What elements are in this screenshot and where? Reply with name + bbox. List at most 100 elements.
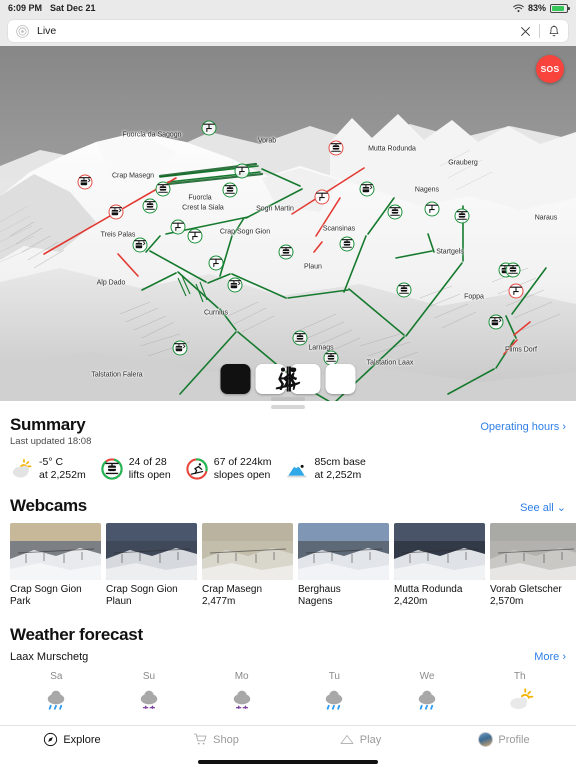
stat-snow: 85cm base at 2,252m	[286, 456, 366, 482]
map-node-gondola[interactable]	[454, 208, 470, 224]
sos-button[interactable]: SOS	[536, 55, 564, 83]
status-date: Sat Dec 21	[50, 3, 96, 13]
wifi-icon	[513, 4, 524, 13]
home-indicator	[198, 760, 378, 764]
stat-lifts-line2: lifts open	[128, 469, 171, 482]
map-node-gondola[interactable]	[328, 140, 344, 156]
map-node-gondola[interactable]	[505, 262, 521, 278]
webcam-thumbnail[interactable]	[394, 523, 485, 581]
webcam-card[interactable]: Crap Sogn Gion Park	[10, 523, 101, 608]
map-node-gondola[interactable]	[387, 204, 403, 220]
close-icon[interactable]	[520, 26, 531, 37]
map-node-cable-car[interactable]	[172, 340, 188, 356]
gondola-ring-icon	[101, 458, 123, 480]
map-node-cable-car[interactable]	[359, 181, 375, 197]
forecast-day[interactable]: We	[381, 671, 474, 714]
stat-lifts: 24 of 28 lifts open	[100, 456, 171, 482]
summary-stats: -5° C at 2,252m 24 of 28 lifts open 67 o…	[10, 456, 566, 482]
webcam-name-line1: Vorab Gletscher	[490, 584, 562, 596]
forecast-day[interactable]: Su	[103, 671, 196, 714]
webcam-card[interactable]: Crap Sogn Gion Plaun	[106, 523, 197, 608]
forecast-days[interactable]: Sa Su Mo Tu We Th	[10, 671, 566, 714]
map-node-gondola[interactable]	[142, 198, 158, 214]
webcam-thumbnail[interactable]	[106, 523, 197, 581]
map-label: Mutta Rodunda	[368, 145, 416, 153]
operating-hours-link[interactable]: Operating hours ›	[480, 421, 566, 433]
snow-cloud-icon	[233, 690, 250, 709]
tab-play-label: Play	[359, 733, 382, 746]
webcams-see-all-link[interactable]: See all ⌄	[520, 501, 566, 514]
chevron-right-icon: ›	[562, 421, 566, 433]
forecast-day[interactable]: Tu	[288, 671, 381, 714]
forecast-day[interactable]: Mo	[195, 671, 288, 714]
tab-play[interactable]: Play	[288, 732, 432, 747]
webcam-image	[106, 523, 197, 581]
map-node-cable-car[interactable]	[488, 314, 504, 330]
map-node-cable-car[interactable]	[132, 237, 148, 253]
search-bar[interactable]: Live	[8, 20, 568, 42]
map-node-chairlift[interactable]	[201, 120, 217, 136]
bottom-tab-bar[interactable]: Explore Shop Play Profile	[0, 725, 576, 768]
map-node-chairlift[interactable]	[187, 228, 203, 244]
tab-explore[interactable]: Explore	[0, 732, 144, 747]
webcam-thumbnail[interactable]	[490, 523, 576, 581]
status-right: 83%	[513, 3, 570, 13]
map-node-cable-car[interactable]	[227, 277, 243, 293]
webcam-thumbnail[interactable]	[202, 523, 293, 581]
snowshoe-icon	[278, 366, 301, 392]
tab-shop[interactable]: Shop	[144, 732, 288, 747]
search-input[interactable]: Live	[37, 25, 512, 37]
map-node-chairlift[interactable]	[170, 219, 186, 235]
weather-more-link[interactable]: More ›	[534, 651, 566, 663]
webcams-section: Webcams See all ⌄ Crap Sogn Gion Park Crap…	[0, 496, 576, 608]
layer-snowshoe-button[interactable]	[278, 364, 356, 394]
webcam-label: Crap Masegn 2,477m	[202, 584, 293, 608]
webcam-label: Berghaus Nagens	[298, 584, 389, 608]
tab-explore-label: Explore	[63, 733, 101, 746]
map-node-gondola[interactable]	[339, 236, 355, 252]
tab-profile[interactable]: Profile	[432, 732, 576, 747]
stat-lifts-text: 24 of 28 lifts open	[129, 456, 171, 482]
map-node-gondola[interactable]	[278, 244, 294, 260]
map-layer-toggle-bar[interactable]	[220, 364, 356, 394]
webcam-list[interactable]: Crap Sogn Gion Park Crap Sogn Gion Plaun Cra…	[10, 523, 576, 608]
map-node-cable-car[interactable]	[77, 174, 93, 190]
webcam-image	[10, 523, 101, 581]
map-label: Startgels	[436, 248, 464, 256]
map-node-gondola[interactable]	[222, 182, 238, 198]
map-terrain	[0, 46, 576, 401]
webcam-card[interactable]: Mutta Rodunda 2,420m	[394, 523, 485, 608]
map-node-cable-car[interactable]	[108, 204, 124, 220]
map-label: Foppa	[464, 293, 484, 301]
webcam-thumbnail[interactable]	[298, 523, 389, 581]
webcam-thumbnail[interactable]	[10, 523, 101, 581]
forecast-day[interactable]: Sa	[10, 671, 103, 714]
webcam-card[interactable]: Berghaus Nagens	[298, 523, 389, 608]
map-node-chairlift[interactable]	[424, 201, 440, 217]
map-node-chairlift[interactable]	[314, 189, 330, 205]
sheet-drag-handle[interactable]	[271, 405, 305, 409]
map-node-chairlift[interactable]	[234, 163, 250, 179]
webcam-name-line1: Berghaus	[298, 584, 341, 596]
battery-percent: 83%	[527, 3, 546, 13]
stat-slopes-line1: 67 of 224km	[213, 456, 272, 468]
map-node-gondola[interactable]	[292, 330, 308, 346]
forecast-day-label: Th	[513, 670, 526, 682]
live-broadcast-icon	[16, 24, 29, 38]
webcam-card[interactable]: Crap Masegn 2,477m	[202, 523, 293, 608]
map-node-chairlift[interactable]	[208, 255, 224, 271]
webcam-card[interactable]: Vorab Gletscher 2,570m	[490, 523, 576, 608]
resort-map[interactable]: SOS Fuorcla da Sagogn Vorab Mutta Rodunda G…	[0, 46, 576, 401]
chevron-down-icon: ⌄	[556, 502, 566, 515]
map-node-chairlift[interactable]	[508, 283, 524, 299]
webcam-name-line2: 2,477m	[202, 596, 236, 608]
stat-weather-line2: at 2,252m	[39, 469, 86, 482]
tab-profile-label: Profile	[498, 733, 530, 746]
map-label: Alp Dado	[96, 279, 126, 287]
forecast-day[interactable]: Th	[473, 671, 566, 714]
summary-title: Summary	[10, 415, 86, 434]
map-node-gondola[interactable]	[155, 181, 171, 197]
map-label: Crap Masegn	[111, 172, 155, 180]
notification-bell-icon[interactable]	[548, 24, 560, 38]
map-node-gondola[interactable]	[396, 282, 412, 298]
